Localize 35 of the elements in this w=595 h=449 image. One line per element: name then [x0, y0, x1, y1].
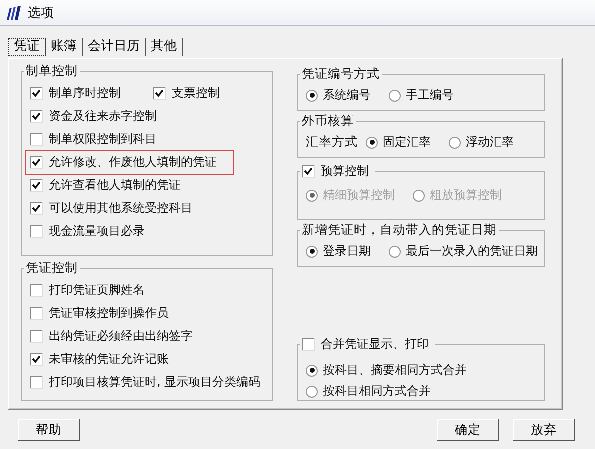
window-title: 选项: [28, 4, 54, 22]
checkbox[interactable]: 凭证审核控制到操作员: [26, 302, 173, 325]
radio-button[interactable]: 手工编号: [389, 87, 454, 104]
cancel-button[interactable]: 放弃: [513, 419, 575, 441]
checkbox[interactable]: 资金及往来赤字控制: [26, 105, 161, 128]
checkbox[interactable]: 允许修改、作废他人填制的凭证: [26, 151, 233, 174]
help-button[interactable]: 帮助: [18, 419, 80, 441]
radio-button[interactable]: 系统编号: [306, 87, 371, 104]
group-title: 凭证控制: [25, 260, 79, 277]
group-title: 外币核算: [301, 113, 355, 130]
checkbox[interactable]: 允许查看他人填制的凭证: [26, 174, 185, 197]
radio-button[interactable]: 登录日期: [306, 243, 371, 260]
checkbox[interactable]: 制单序时控制: [26, 82, 125, 105]
app-icon: [6, 6, 22, 20]
checkbox[interactable]: 预算控制: [298, 160, 373, 183]
checkbox[interactable]: 现金流量项目必录: [26, 220, 149, 243]
radio-button[interactable]: 按科目、摘要相同方式合并: [306, 362, 467, 379]
checkbox[interactable]: 可以使用其他系统受控科目: [26, 197, 197, 220]
checkbox[interactable]: 未审核的凭证允许记账: [26, 348, 173, 371]
radio-button[interactable]: 最后一次录入的凭证日期: [389, 243, 538, 260]
radio-button[interactable]: 按科目相同方式合并: [306, 383, 431, 400]
radio-button[interactable]: 固定汇率: [366, 134, 431, 151]
checkbox[interactable]: 制单权限控制到科目: [26, 128, 161, 151]
checkbox[interactable]: 打印凭证页脚姓名: [26, 279, 149, 302]
group-title: 新增凭证时，自动带入的凭证日期: [301, 222, 498, 239]
checkbox[interactable]: 支票控制: [149, 82, 224, 105]
tab[interactable]: 凭证: [8, 38, 46, 56]
radio-button[interactable]: 浮动汇率: [449, 134, 514, 151]
checkbox[interactable]: 出纳凭证必须经由出纳签字: [26, 325, 197, 348]
group-title: 凭证编号方式: [301, 66, 381, 83]
field-label: 汇率方式: [306, 134, 358, 151]
checkbox[interactable]: 打印项目核算凭证时, 显示项目分类编码: [26, 371, 265, 394]
group-title: 制单控制: [25, 63, 79, 80]
ok-button[interactable]: 确定: [437, 419, 499, 441]
checkbox[interactable]: 合并凭证显示、打印: [298, 333, 433, 356]
